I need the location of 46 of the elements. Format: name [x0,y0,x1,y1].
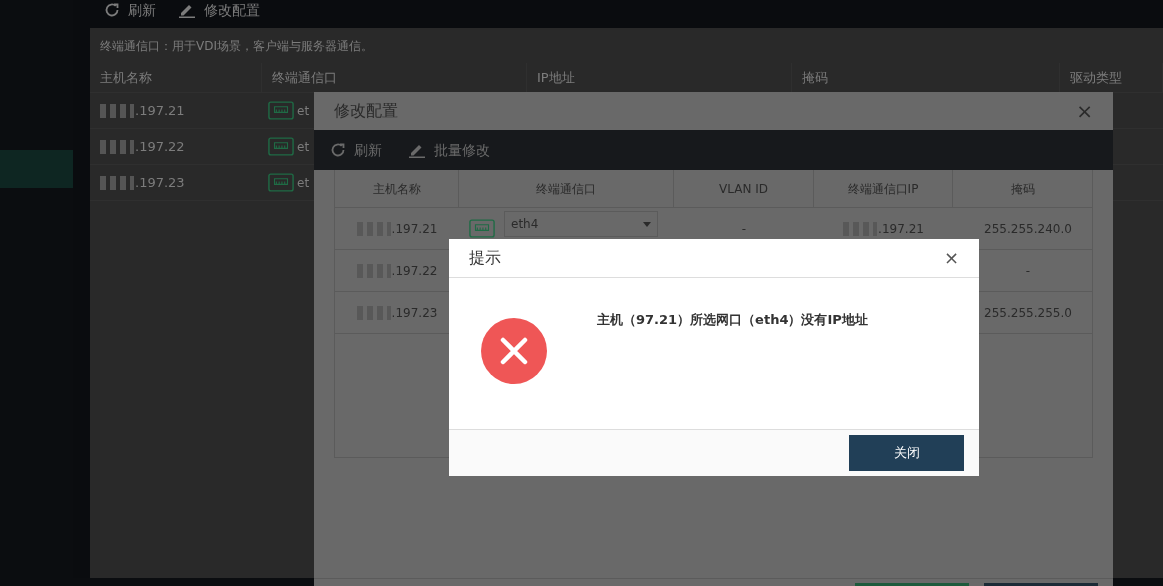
dialog-title: 提示 [469,247,501,269]
ethernet-port-icon [268,101,294,120]
port-select[interactable]: eth4 [504,211,658,237]
subnet-mask: 255.255.255.0 [984,304,1072,322]
column-header: VLAN ID [674,170,814,208]
toolbar-button[interactable]: 批量修改 [408,139,490,161]
host-name: .197.22 [391,262,438,280]
port-name: et [297,174,310,192]
close-dialog-button[interactable]: 关闭 [849,435,964,471]
modal-title: 修改配置 [334,100,398,122]
vlan-id: - [741,220,747,238]
pencil-icon [408,142,426,158]
sidebar-item[interactable] [0,150,73,188]
host-name: .197.21 [135,101,185,120]
subnet-mask: 255.255.240.0 [984,220,1072,238]
host-name: .197.21 [391,220,438,238]
host-name: .197.21 [878,221,924,236]
redaction-mosaic [100,175,134,190]
column-header: 终端通信口 [459,170,674,208]
ethernet-port-icon [268,137,294,156]
ethernet-port-icon [469,219,495,238]
column-header: 掩码 [953,170,1093,208]
error-message: 主机（97.21）所选网口（eth4）没有IP地址 [597,311,868,329]
host-name: .197.23 [391,304,438,322]
host-name: .197.23 [135,173,185,192]
refresh-icon [104,2,120,18]
toolbar-button[interactable]: 刷新 [330,139,382,161]
toolbar-button[interactable]: 修改配置 [178,0,260,21]
caret-icon [643,221,651,227]
redaction-mosaic [100,139,134,154]
toolbar-button[interactable]: 刷新 [104,0,156,21]
ethernet-port-icon [268,173,294,192]
refresh-icon [330,142,346,158]
close-button[interactable]: × [943,249,959,267]
host-name: .197.22 [135,137,185,156]
description-text: 终端通信口：用于VDI场景，客户端与服务器通信。 [99,38,374,55]
column-header: 主机名称 [90,63,262,93]
select-value: eth4 [511,216,539,233]
subnet-mask: - [1025,262,1031,280]
redaction-mosaic [100,103,134,118]
port-name: et [297,102,310,120]
column-header: 终端通信口IP [814,170,953,208]
close-button[interactable]: × [1076,101,1093,121]
pencil-icon [178,2,196,18]
port-name: et [297,138,310,156]
error-icon [481,318,547,384]
